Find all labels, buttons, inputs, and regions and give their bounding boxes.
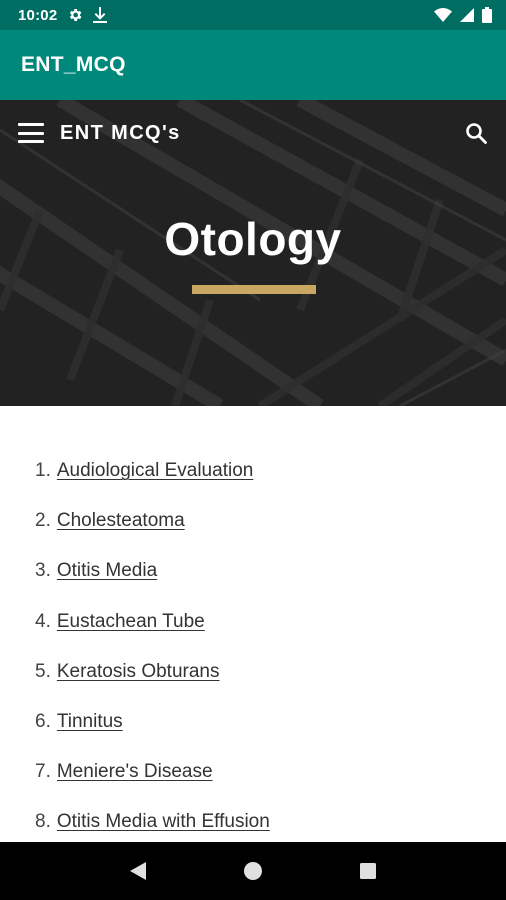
system-navigation-bar xyxy=(0,842,506,900)
list-item: 8. Otitis Media with Effusion xyxy=(0,797,506,847)
title-underline-accent xyxy=(192,285,316,294)
status-left: 10:02 xyxy=(18,6,108,24)
list-number: 2. xyxy=(35,510,51,532)
list-number: 1. xyxy=(35,460,51,482)
list-item: 2. Cholesteatoma xyxy=(0,496,506,546)
recents-icon[interactable] xyxy=(348,851,388,891)
list-number: 5. xyxy=(35,660,51,682)
topic-link-tinnitus[interactable]: Tinnitus xyxy=(57,711,123,733)
list-item: 6. Tinnitus xyxy=(0,697,506,747)
hero-banner: ENT MCQ's Otology xyxy=(0,100,506,406)
list-item: 7. Meniere's Disease xyxy=(0,747,506,797)
wifi-icon xyxy=(434,8,452,22)
back-icon[interactable] xyxy=(118,851,158,891)
topic-link-otitis-media[interactable]: Otitis Media xyxy=(57,560,157,582)
list-item: 4. Eustachean Tube xyxy=(0,597,506,647)
topic-link-eustachean-tube[interactable]: Eustachean Tube xyxy=(57,611,205,633)
site-navigation: ENT MCQ's xyxy=(0,100,506,166)
topic-link-otitis-media-with-effusion[interactable]: Otitis Media with Effusion xyxy=(57,811,270,833)
battery-icon xyxy=(482,7,492,23)
list-item: 5. Keratosis Obturans xyxy=(0,647,506,697)
topic-list: 1. Audiological Evaluation 2. Cholesteat… xyxy=(0,406,506,842)
status-time: 10:02 xyxy=(18,6,58,24)
list-item: 1. Audiological Evaluation xyxy=(0,446,506,496)
search-icon[interactable] xyxy=(464,121,488,145)
topic-link-audiological-evaluation[interactable]: Audiological Evaluation xyxy=(57,460,253,482)
status-bar: 10:02 xyxy=(0,0,506,30)
list-number: 3. xyxy=(35,560,51,582)
list-number: 8. xyxy=(35,811,51,833)
home-icon[interactable] xyxy=(233,851,273,891)
site-title[interactable]: ENT MCQ's xyxy=(60,122,181,145)
hamburger-menu-icon[interactable] xyxy=(18,123,44,143)
gear-icon xyxy=(67,7,83,23)
list-number: 7. xyxy=(35,761,51,783)
app-title: ENT_MCQ xyxy=(21,53,126,76)
status-right xyxy=(434,7,492,23)
list-number: 6. xyxy=(35,711,51,733)
app-bar: ENT_MCQ xyxy=(0,30,506,100)
page-title: Otology xyxy=(164,213,342,265)
signal-icon xyxy=(460,8,474,22)
topic-link-cholesteatoma[interactable]: Cholesteatoma xyxy=(57,510,185,532)
topic-link-keratosis-obturans[interactable]: Keratosis Obturans xyxy=(57,661,220,683)
download-icon xyxy=(93,7,108,23)
topic-link-menieres-disease[interactable]: Meniere's Disease xyxy=(57,761,213,783)
list-item: 3. Otitis Media xyxy=(0,546,506,596)
list-number: 4. xyxy=(35,610,51,632)
